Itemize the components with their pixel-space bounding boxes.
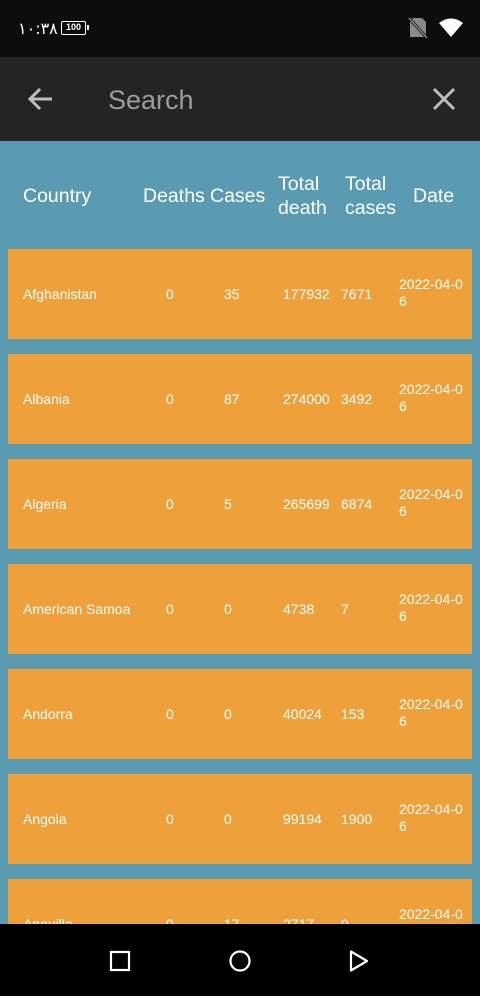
header-cases: Cases <box>210 185 266 207</box>
row-cases: 0 <box>224 601 232 617</box>
recents-square-icon[interactable] <box>109 950 131 977</box>
row-total-cases: 9 <box>341 916 349 924</box>
search-input[interactable] <box>108 81 408 119</box>
header-total-cases: Total cases <box>345 173 396 219</box>
back-arrow-icon[interactable] <box>26 84 56 119</box>
row-country: American Samoa <box>23 601 131 617</box>
list-item[interactable]: Angola 0 0 99194 1900 2022-04-06 <box>8 774 472 864</box>
header-date: Date <box>413 185 455 207</box>
row-date: 2022-04-06 <box>399 276 463 309</box>
row-deaths: 0 <box>166 706 174 722</box>
row-country: Angola <box>23 811 67 827</box>
header-deaths: Deaths <box>143 185 205 207</box>
row-cases: 5 <box>224 496 232 512</box>
status-time: ۱۰:۳۸ <box>18 19 58 38</box>
row-deaths: 0 <box>166 496 174 512</box>
row-total-death: 274000 <box>283 391 330 407</box>
list-item[interactable]: Afghanistan 0 35 177932 7671 2022-04-06 <box>8 249 472 339</box>
row-country: Algeria <box>23 496 67 512</box>
row-deaths: 0 <box>166 811 174 827</box>
row-country: Afghanistan <box>23 286 97 302</box>
row-cases: 35 <box>224 286 240 302</box>
row-total-death: 265699 <box>283 496 330 512</box>
row-deaths: 0 <box>166 286 174 302</box>
search-toolbar <box>0 57 480 141</box>
row-date: 2022-04-06 <box>399 801 463 834</box>
row-cases: 87 <box>224 391 240 407</box>
row-cases: 17 <box>224 916 240 924</box>
close-icon[interactable] <box>431 86 457 117</box>
row-deaths: 0 <box>166 916 174 924</box>
row-total-death: 2717 <box>283 916 315 924</box>
table-header: Country Deaths Cases Total death Total c… <box>0 141 480 249</box>
row-country: Albania <box>23 391 70 407</box>
row-total-death: 40024 <box>283 706 322 722</box>
row-total-cases: 6874 <box>341 496 373 512</box>
row-total-death: 177932 <box>283 286 330 302</box>
wifi-icon <box>438 18 464 43</box>
row-deaths: 0 <box>166 601 174 617</box>
row-total-cases: 153 <box>341 706 365 722</box>
battery-icon: 100 <box>61 21 89 35</box>
list-item[interactable]: Algeria 0 5 265699 6874 2022-04-06 <box>8 459 472 549</box>
status-bar: ۱۰:۳۸ 100 <box>0 0 480 57</box>
row-date: 2022-04-06 <box>399 486 463 519</box>
list-item[interactable]: Andorra 0 0 40024 153 2022-04-06 <box>8 669 472 759</box>
row-total-cases: 1900 <box>341 811 373 827</box>
row-date: 2022-04-06 <box>399 696 463 729</box>
row-country: Anguilla <box>23 916 73 924</box>
row-total-death: 99194 <box>283 811 322 827</box>
row-total-cases: 7 <box>341 601 349 617</box>
list-item[interactable]: Anguilla 0 17 2717 9 2022-04-06 <box>8 879 472 924</box>
country-list[interactable]: Afghanistan 0 35 177932 7671 2022-04-06 … <box>8 249 472 924</box>
row-cases: 0 <box>224 706 232 722</box>
no-sim-icon <box>407 16 429 44</box>
list-item[interactable]: American Samoa 0 0 4738 7 2022-04-06 <box>8 564 472 654</box>
row-total-cases: 3492 <box>341 391 373 407</box>
header-total-death: Total death <box>278 173 327 219</box>
navigation-bar <box>0 924 480 996</box>
row-country: Andorra <box>23 706 73 722</box>
back-triangle-icon[interactable] <box>347 949 371 978</box>
row-date: 2022-04-06 <box>399 906 463 924</box>
row-cases: 0 <box>224 811 232 827</box>
row-deaths: 0 <box>166 391 174 407</box>
list-item[interactable]: Albania 0 87 274000 3492 2022-04-06 <box>8 354 472 444</box>
home-circle-icon[interactable] <box>228 949 252 978</box>
row-total-death: 4738 <box>283 601 315 617</box>
header-country: Country <box>23 185 92 207</box>
row-total-cases: 7671 <box>341 286 373 302</box>
row-date: 2022-04-06 <box>399 591 463 624</box>
row-date: 2022-04-06 <box>399 381 463 414</box>
